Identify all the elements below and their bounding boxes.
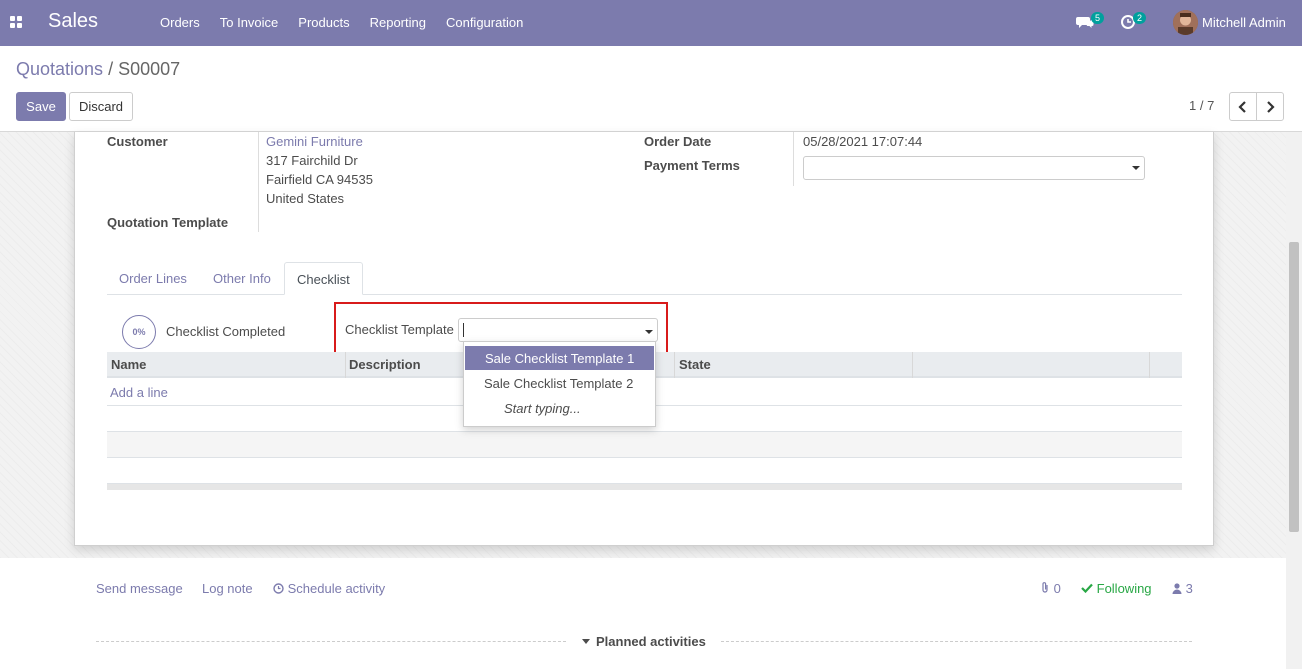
user-avatar[interactable] xyxy=(1173,10,1198,35)
table-footer xyxy=(107,484,1182,490)
payment-terms-label: Payment Terms xyxy=(644,158,740,173)
chevron-right-icon xyxy=(1267,100,1275,113)
column-name[interactable]: Name xyxy=(111,357,146,372)
tab-checklist[interactable]: Checklist xyxy=(284,262,363,295)
menu-configuration[interactable]: Configuration xyxy=(436,15,533,30)
caret-down-icon xyxy=(645,330,653,334)
checklist-template-label: Checklist Template xyxy=(345,322,454,337)
top-navbar: Sales Orders To Invoice Products Reporti… xyxy=(0,0,1302,46)
user-name[interactable]: Mitchell Admin xyxy=(1202,15,1286,30)
customer-country: United States xyxy=(266,191,345,206)
quotation-template-label: Quotation Template xyxy=(107,215,229,230)
send-message-button[interactable]: Send message xyxy=(96,581,183,596)
column-separator xyxy=(674,352,675,378)
customer-name-link[interactable]: Gemini Furniture xyxy=(266,134,363,149)
dropdown-start-typing: Start typing... xyxy=(504,401,581,416)
table-row xyxy=(107,432,1182,458)
paperclip-icon xyxy=(1042,582,1048,593)
scrollbar-thumb[interactable] xyxy=(1289,242,1299,532)
column-description[interactable]: Description xyxy=(349,357,421,372)
followers-button[interactable]: 3 xyxy=(1172,581,1193,596)
add-line-link[interactable]: Add a line xyxy=(110,385,168,400)
breadcrumb-separator: / xyxy=(108,59,114,79)
dropdown-option-template-1[interactable]: Sale Checklist Template 1 xyxy=(465,346,654,370)
dropdown-option-template-2[interactable]: Sale Checklist Template 2 xyxy=(464,371,655,395)
menu-reporting[interactable]: Reporting xyxy=(360,15,436,30)
pager-next-button[interactable] xyxy=(1256,92,1284,121)
planned-activities-label: Planned activities xyxy=(596,634,706,649)
tab-order-lines[interactable]: Order Lines xyxy=(107,262,199,295)
form-sheet: Customer Gemini Furniture 317 Fairchild … xyxy=(74,132,1214,546)
caret-down-icon xyxy=(582,639,590,644)
order-date-separator xyxy=(793,132,794,186)
pager-previous-button[interactable] xyxy=(1229,92,1257,121)
checklist-completed-label: Checklist Completed xyxy=(166,324,286,339)
app-name[interactable]: Sales xyxy=(48,10,98,33)
followers-count: 3 xyxy=(1185,581,1193,596)
schedule-activity-button[interactable]: Schedule activity xyxy=(273,581,385,596)
check-icon xyxy=(1081,583,1093,594)
breadcrumb-current: S00007 xyxy=(118,59,181,79)
column-separator xyxy=(912,352,913,378)
order-date-value[interactable]: 05/28/2021 17:07:44 xyxy=(803,134,922,149)
customer-street: 317 Fairchild Dr xyxy=(266,153,358,168)
payment-terms-select[interactable] xyxy=(803,156,1145,180)
tab-other-info[interactable]: Other Info xyxy=(201,262,283,295)
following-label: Following xyxy=(1096,581,1152,596)
menu-to-invoice[interactable]: To Invoice xyxy=(210,15,289,30)
pager-value[interactable]: 1 / 7 xyxy=(1189,98,1214,113)
checklist-progress-circle: 0% xyxy=(122,315,156,349)
messages-badge: 5 xyxy=(1091,12,1105,24)
menu-products[interactable]: Products xyxy=(288,15,359,30)
notebook-tabs: Order Lines Other Info Checklist xyxy=(107,262,1182,295)
customer-city: Fairfield CA 94535 xyxy=(266,172,373,187)
attachments-count: 0 xyxy=(1053,581,1061,596)
customer-separator xyxy=(258,132,259,232)
caret-down-icon xyxy=(1132,166,1140,170)
apps-menu-icon[interactable] xyxy=(10,16,23,29)
breadcrumb: Quotations / S00007 xyxy=(16,59,180,80)
control-panel: Quotations / S00007 Save Discard 1 / 7 xyxy=(0,46,1302,132)
page-scrollbar[interactable] xyxy=(1286,132,1302,669)
checklist-template-dropdown: Sale Checklist Template 1 Sale Checklist… xyxy=(463,341,656,427)
schedule-activity-label: Schedule activity xyxy=(287,581,386,596)
column-separator xyxy=(1149,352,1150,378)
breadcrumb-quotations[interactable]: Quotations xyxy=(16,59,103,79)
clock-icon xyxy=(273,583,284,594)
column-separator xyxy=(345,352,346,378)
column-state[interactable]: State xyxy=(679,357,711,372)
text-cursor xyxy=(463,323,464,337)
main-menu: Orders To Invoice Products Reporting Con… xyxy=(150,15,533,30)
order-date-label: Order Date xyxy=(644,134,712,149)
activities-divider-right xyxy=(721,641,1192,642)
save-button[interactable]: Save xyxy=(16,92,66,121)
activities-badge: 2 xyxy=(1133,12,1147,24)
following-button[interactable]: Following xyxy=(1081,581,1152,596)
attachments-button[interactable]: 0 xyxy=(1040,581,1061,596)
menu-orders[interactable]: Orders xyxy=(150,15,210,30)
log-note-button[interactable]: Log note xyxy=(202,581,253,596)
activities-divider-left xyxy=(96,641,566,642)
user-icon xyxy=(1172,583,1182,594)
customer-label: Customer xyxy=(107,134,168,149)
checklist-template-select[interactable] xyxy=(458,318,658,342)
table-row xyxy=(107,458,1182,484)
discard-button[interactable]: Discard xyxy=(69,92,133,121)
chevron-left-icon xyxy=(1238,100,1246,113)
planned-activities-toggle[interactable]: Planned activities xyxy=(582,634,706,649)
